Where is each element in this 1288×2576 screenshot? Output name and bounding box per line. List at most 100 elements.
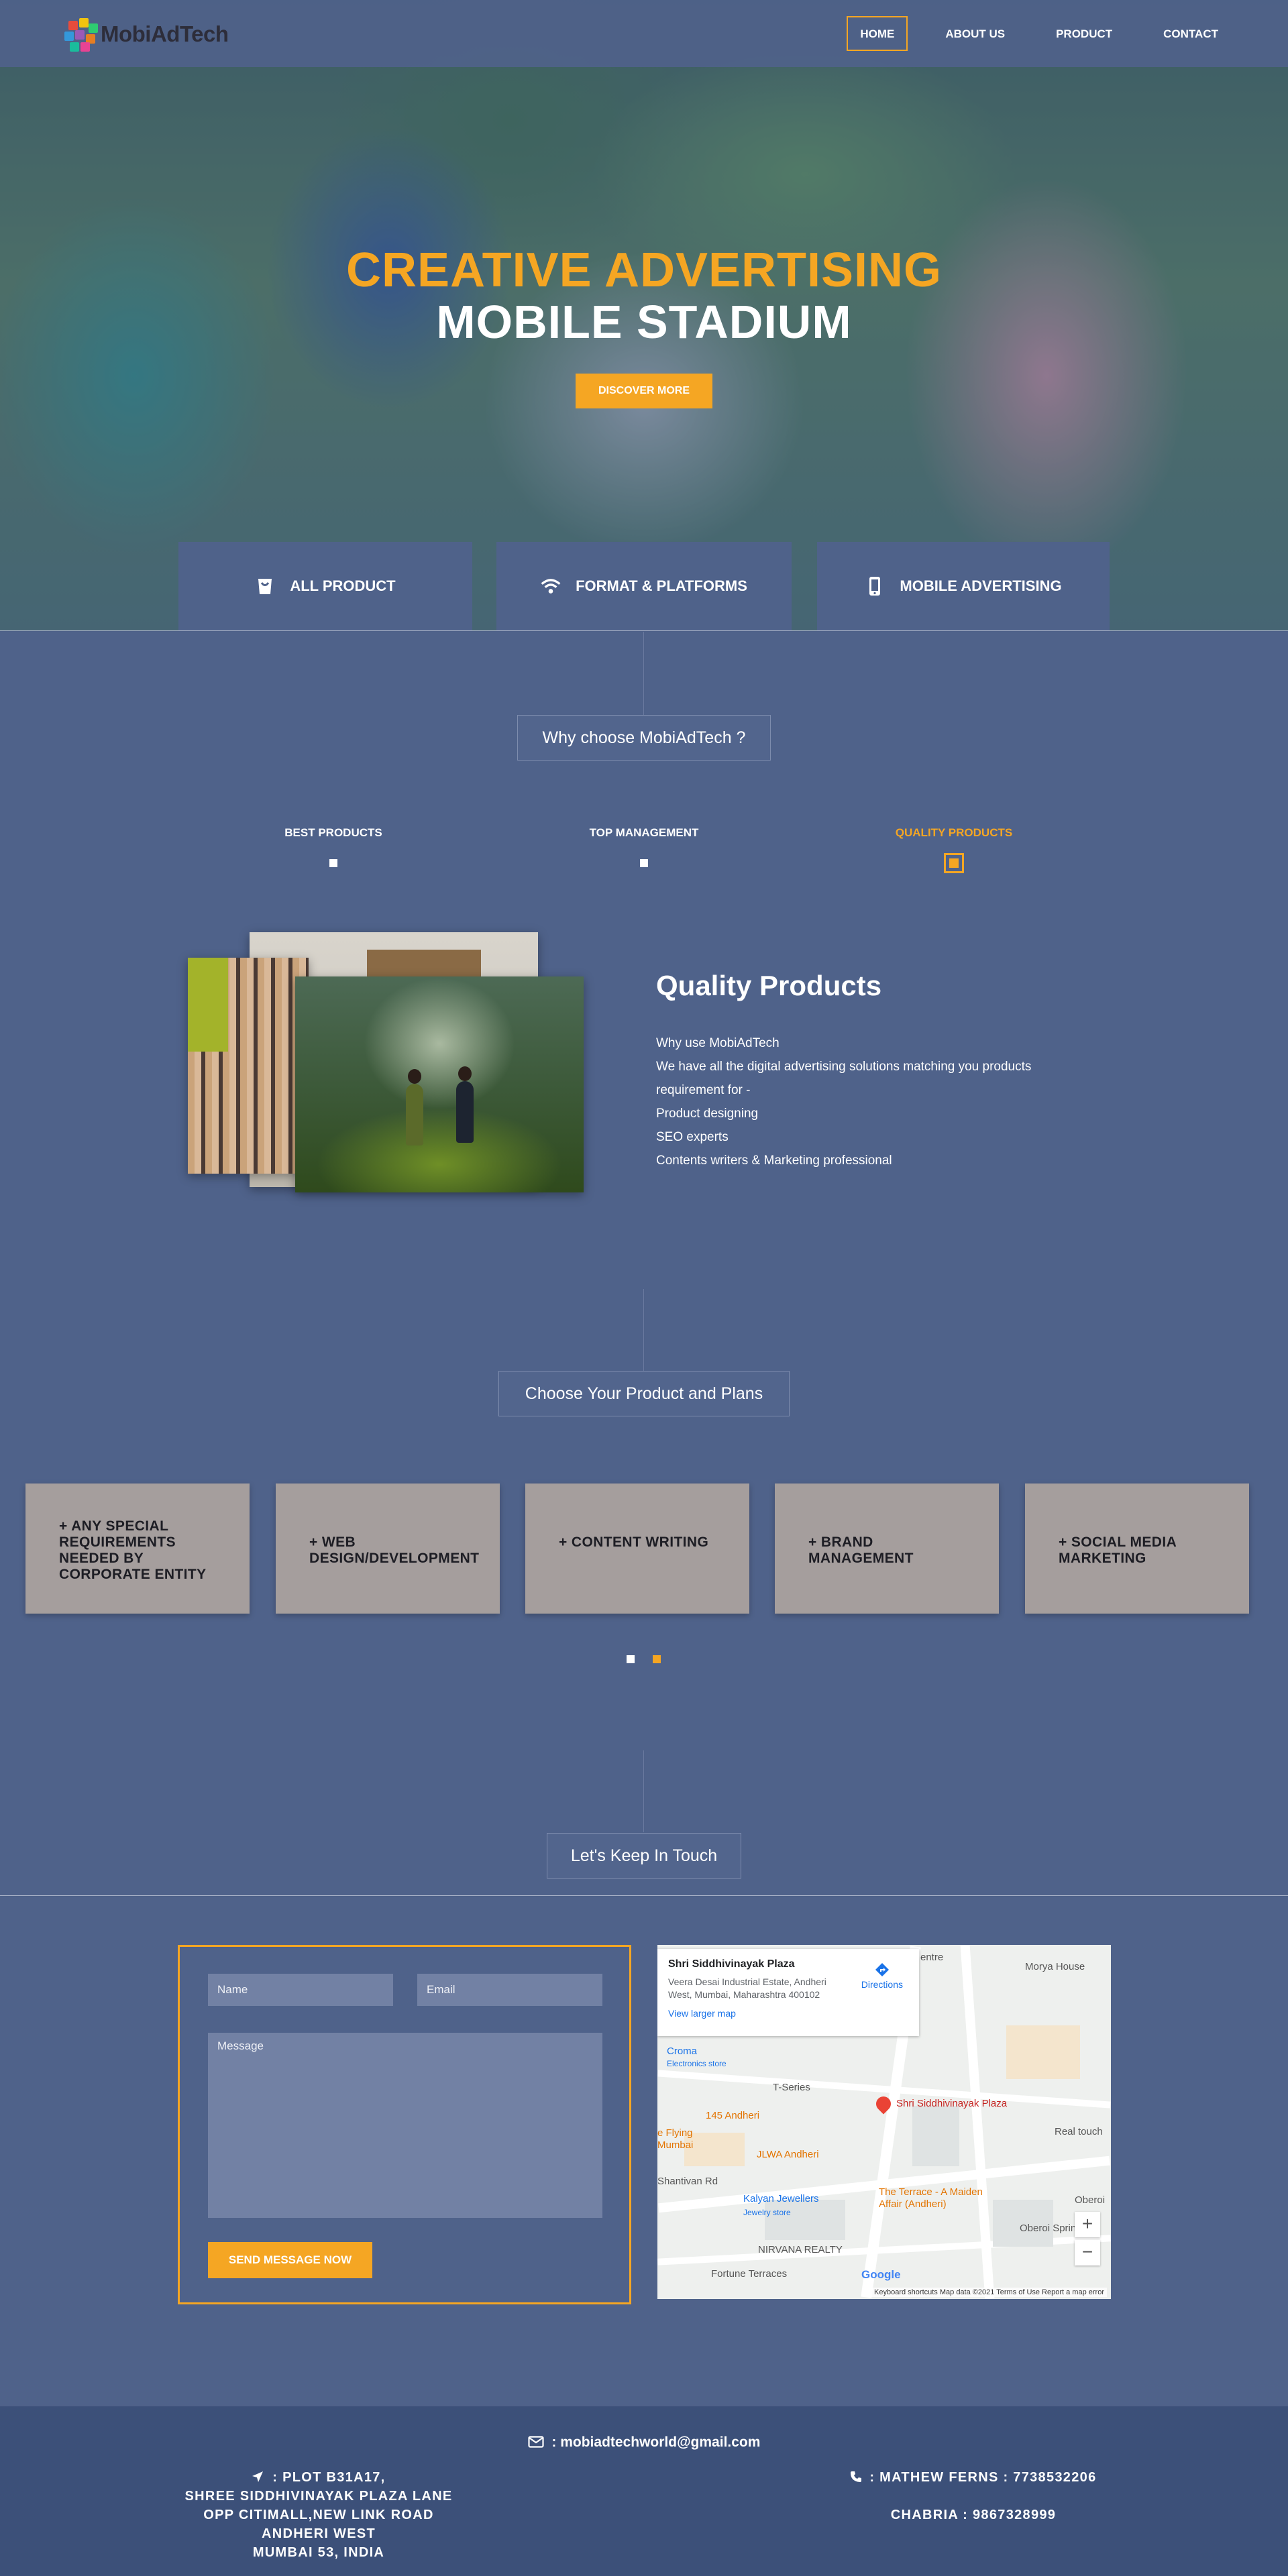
address-line: OPP CITIMALL,NEW LINK ROAD <box>203 2508 434 2522</box>
contact-divider <box>0 1895 1288 1896</box>
map-block <box>1006 2025 1080 2079</box>
map-label: Oberoi Sprin <box>1020 2223 1077 2234</box>
tab-label: MOBILE ADVERTISING <box>900 577 1062 594</box>
discover-more-button[interactable]: DISCOVER MORE <box>576 374 712 408</box>
map-label: Affair (Andheri) <box>879 2198 947 2210</box>
plan-card-label: + CONTENT WRITING <box>559 1534 709 1550</box>
address-line: SHREE SIDDHIVINAYAK PLAZA LANE <box>184 2489 453 2504</box>
map-label: NIRVANA REALTY <box>758 2244 843 2255</box>
map-label: Oberoi <box>1075 2194 1106 2206</box>
tab-top-management[interactable]: TOP MANAGEMENT <box>537 826 751 840</box>
mobile-phone-icon <box>865 576 885 596</box>
nav-about-us[interactable]: ABOUT US <box>932 16 1018 51</box>
send-message-button[interactable]: SEND MESSAGE NOW <box>208 2242 372 2278</box>
footer-phones: : MATHEW FERNS : 7738532206 CHABRIA : 98… <box>836 2468 1111 2524</box>
map-label: Fortune Terraces <box>711 2268 788 2280</box>
footer-email-text: : mobiadtechworld@gmail.com <box>551 2434 761 2450</box>
map-label: Jewelry store <box>743 2208 791 2217</box>
plan-card-label: NEEDED BY <box>59 1551 144 1566</box>
plan-card-brand-management[interactable]: + BRAND MANAGEMENT <box>775 1483 999 1614</box>
plans-heading: Choose Your Product and Plans <box>498 1371 790 1416</box>
plan-card-label: CORPORATE ENTITY <box>59 1567 207 1582</box>
map-place-card: Shri Siddhivinayak Plaza Veera Desai Ind… <box>657 1949 919 2036</box>
tab-mobile-advertising[interactable]: MOBILE ADVERTISING <box>817 542 1110 630</box>
message-textarea[interactable] <box>208 2033 602 2218</box>
map-block <box>684 2133 745 2166</box>
directions-link[interactable]: Directions <box>861 1962 903 1990</box>
map-label: JLWA Andheri <box>757 2149 819 2160</box>
view-larger-map-link[interactable]: View larger map <box>668 2008 908 2019</box>
top-navbar: MobiAdTech HOME ABOUT US PRODUCT CONTACT <box>0 0 1288 67</box>
plan-card-web-design[interactable]: + WEB DESIGN/DEVELOPMENT <box>276 1483 500 1614</box>
footer: : mobiadtechworld@gmail.com : PLOT B31A1… <box>0 2406 1288 2576</box>
plan-card-label: MARKETING <box>1059 1551 1146 1566</box>
map-pin-label: Shri Siddhivinayak Plaza <box>896 2098 1008 2109</box>
zoom-in-button[interactable]: + <box>1075 2212 1100 2237</box>
tab-label: ALL PRODUCT <box>290 577 396 594</box>
plan-card-social-media[interactable]: + SOCIAL MEDIA MARKETING <box>1025 1483 1249 1614</box>
zoom-out-button[interactable]: − <box>1075 2240 1100 2265</box>
map-footer-links[interactable]: Keyboard shortcuts Map data ©2021 Terms … <box>871 2288 1107 2297</box>
map-label: The Terrace - A Maiden <box>879 2186 983 2198</box>
plan-card-label: + BRAND <box>808 1534 873 1550</box>
photo-classroom <box>188 958 309 1174</box>
plan-card-label: + WEB <box>309 1534 356 1550</box>
nav-home[interactable]: HOME <box>847 16 908 51</box>
plan-card-content-writing[interactable]: + CONTENT WRITING <box>525 1483 749 1614</box>
google-map[interactable]: entre Morya House Croma Electronics stor… <box>657 1945 1111 2299</box>
description-line: Product designing <box>656 1107 759 1121</box>
description-line: Why use MobiAdTech <box>656 1036 780 1050</box>
description-line: SEO experts <box>656 1130 729 1144</box>
address-line: MUMBAI 53, INDIA <box>252 2545 385 2560</box>
carousel-dot-1[interactable] <box>627 1655 635 1663</box>
tab-best-products[interactable]: BEST PRODUCTS <box>226 826 441 840</box>
logo-cube-icon <box>62 15 99 53</box>
plan-card-label: + SOCIAL MEDIA <box>1059 1534 1177 1550</box>
nav-product[interactable]: PRODUCT <box>1042 16 1126 51</box>
quality-products-title: Quality Products <box>656 970 882 1001</box>
shopping-bag-icon <box>255 576 275 596</box>
contact-form: SEND MESSAGE NOW <box>178 1945 631 2304</box>
tab-indicator-quality-products[interactable] <box>944 853 964 873</box>
plan-card-label: DESIGN/DEVELOPMENT <box>309 1551 480 1566</box>
email-input[interactable] <box>417 1974 602 2006</box>
hero-section: CREATIVE ADVERTISING MOBILE STADIUM DISC… <box>0 0 1288 630</box>
map-label: Mumbai <box>657 2139 694 2151</box>
carousel-dot-2[interactable] <box>653 1655 661 1663</box>
footer-phone-1[interactable]: : MATHEW FERNS : 7738532206 <box>836 2468 1111 2487</box>
plan-card-special-requirements[interactable]: + ANY SPECIAL REQUIREMENTS NEEDED BY COR… <box>25 1483 250 1614</box>
hero-divider <box>0 630 1288 631</box>
contact-heading: Let's Keep In Touch <box>547 1833 741 1879</box>
tab-indicator-best-products[interactable] <box>329 859 337 867</box>
plan-card-label: MANAGEMENT <box>808 1551 914 1566</box>
footer-email[interactable]: : mobiadtechworld@gmail.com <box>0 2434 1288 2451</box>
tab-indicator-top-management[interactable] <box>640 859 648 867</box>
map-label: Real touch <box>1055 2126 1103 2137</box>
plan-card-label: + ANY SPECIAL <box>59 1518 169 1534</box>
plan-card-label: REQUIREMENTS <box>59 1534 176 1550</box>
why-choose-heading: Why choose MobiAdTech ? <box>517 715 771 761</box>
tab-format-platforms[interactable]: FORMAT & PLATFORMS <box>496 542 792 630</box>
name-input[interactable] <box>208 1974 393 2006</box>
description-line: Contents writers & Marketing professiona… <box>656 1154 892 1168</box>
map-label: Morya House <box>1025 1961 1085 1972</box>
hero-tabs: ALL PRODUCT FORMAT & PLATFORMS MOBILE AD… <box>178 542 1110 630</box>
address-line: : PLOT B31A17, <box>272 2470 386 2485</box>
logo[interactable]: MobiAdTech <box>62 11 229 58</box>
footer-address: : PLOT B31A17, SHREE SIDDHIVINAYAK PLAZA… <box>178 2468 460 2562</box>
section-connector-line <box>643 632 644 715</box>
nav-contact[interactable]: CONTACT <box>1150 16 1232 51</box>
map-block <box>912 2106 959 2166</box>
tab-quality-products[interactable]: QUALITY PRODUCTS <box>847 826 1061 840</box>
footer-phone-2[interactable]: CHABRIA : 9867328999 <box>836 2506 1111 2524</box>
tab-all-product[interactable]: ALL PRODUCT <box>178 542 472 630</box>
photo-kids-reading <box>295 976 584 1192</box>
map-label: Shantivan Rd <box>657 2176 718 2187</box>
section-connector-line <box>643 1750 644 1832</box>
hero-headline-line1: CREATIVE ADVERTISING <box>345 243 943 297</box>
quality-products-description: Why use MobiAdTech We have all the digit… <box>656 1031 1112 1172</box>
map-label: entre <box>920 1952 944 1963</box>
section-connector-line <box>643 1289 644 1371</box>
page: CREATIVE ADVERTISING MOBILE STADIUM DISC… <box>0 0 1288 2576</box>
address-line: ANDHERI WEST <box>261 2526 376 2541</box>
